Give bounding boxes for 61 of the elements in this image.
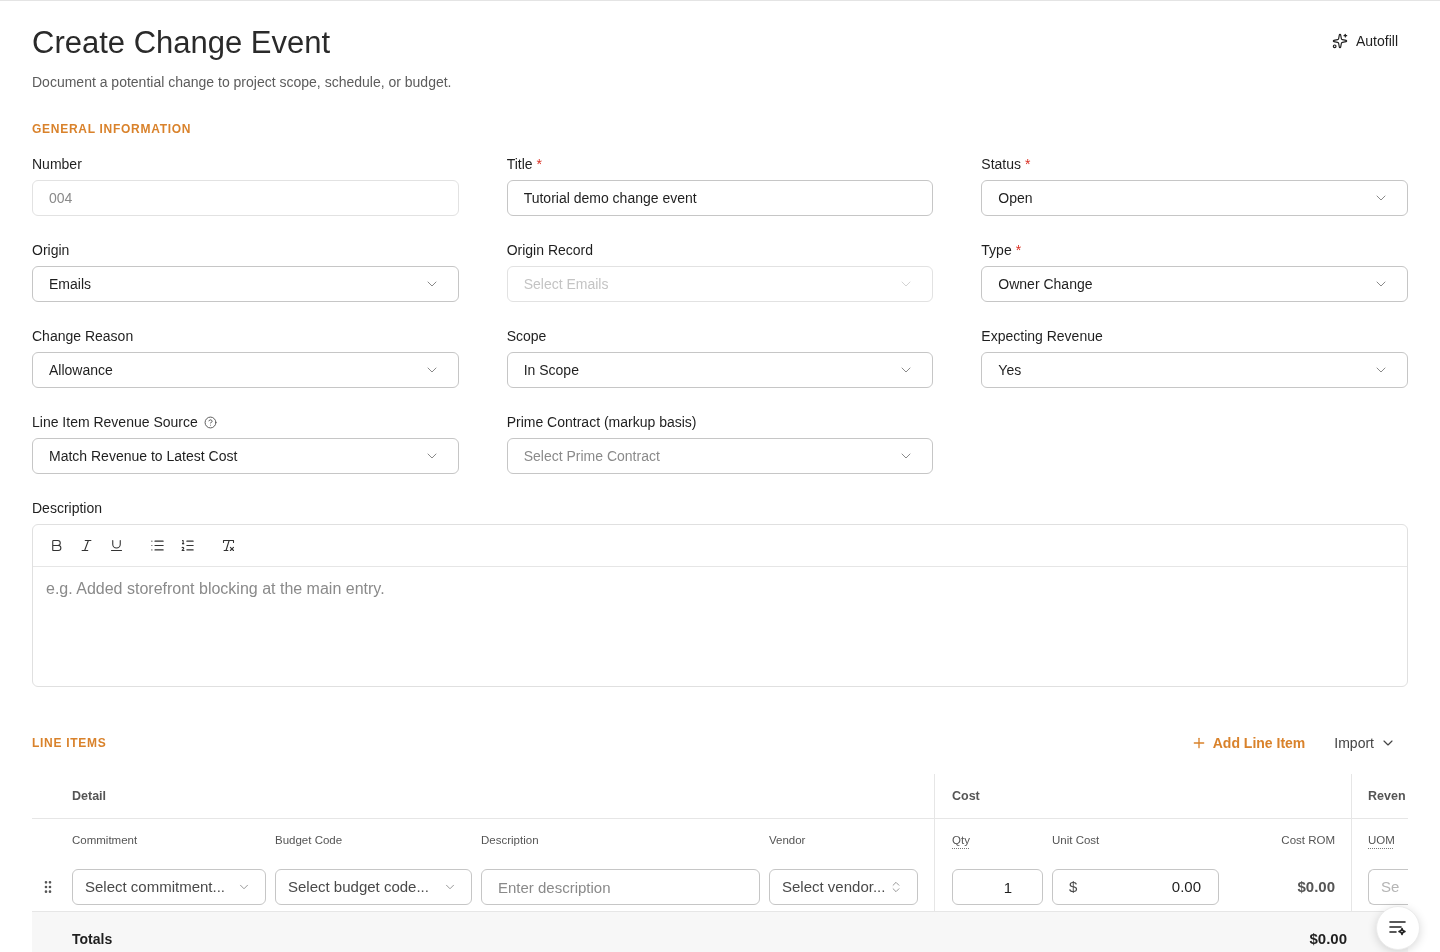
numbered-list-icon [179,538,195,553]
select-field[interactable]: Emails [32,266,459,302]
column-header: Qty [952,833,970,849]
select-field[interactable]: Match Revenue to Latest Cost [32,438,459,474]
totals-label: Totals [72,930,113,949]
select-field[interactable]: Allowance [32,352,459,388]
help-icon[interactable] [203,415,217,429]
field-label: Scope [506,327,547,346]
select-field[interactable]: Select budget code... [275,869,472,905]
field-label: Description [32,499,103,518]
column-header: Budget Code [275,833,343,849]
italic-icon [78,538,94,553]
field-label: Line Item Revenue Source [32,413,198,432]
select-field[interactable]: Select commitment... [72,869,266,905]
totals-amount: $0.00 [1309,929,1347,949]
sparkles-icon [1331,33,1348,49]
select-field[interactable]: Select Prime Contract [506,438,934,474]
column-group-header: Cost [952,787,980,805]
underline-icon [108,538,124,553]
section-heading: LINE ITEMS [32,735,107,751]
required-mark: * [536,155,543,174]
text-field[interactable]: Enter description [481,869,760,905]
column-header: Vendor [769,833,806,849]
select-field[interactable]: In Scope [506,352,934,388]
required-mark: * [1025,155,1031,174]
autofill-button[interactable]: Autofill [1321,23,1408,59]
field-label: Number [32,155,82,174]
text-field[interactable]: Tutorial demo change event [506,180,934,216]
import-button[interactable]: Import [1326,725,1404,761]
field-label: Change Reason [32,327,134,346]
select-field[interactable]: Open [981,180,1408,216]
page-title: Create Change Event [32,24,332,62]
select-field[interactable]: Owner Change [981,266,1408,302]
description-editor[interactable]: e.g. Added storefront blocking at the main entry. [32,524,1408,687]
description-input[interactable]: e.g. Added storefront blocking at the main entry. [33,567,1407,686]
field-label: Type [981,241,1012,260]
column-group-header: Reven [1368,787,1406,805]
column-header: Commitment [72,833,138,849]
field-label: Prime Contract (markup basis) [506,413,697,432]
select-field[interactable]: Yes [981,352,1408,388]
required-mark: * [1015,241,1022,260]
combobox-field[interactable]: Select vendor... [769,869,918,905]
column-header: UOM [1368,833,1395,849]
column-header: Cost ROM [1281,833,1335,849]
field-label: Origin [32,241,70,260]
page-subtitle: Document a potential change to project scope, schedule, or budget. [32,73,452,92]
bullet-list-icon [149,538,165,553]
currency-field[interactable]: $ 0.00 [1052,869,1219,905]
list-sparkle-icon [1389,920,1407,936]
floating-action-button[interactable] [1376,906,1420,950]
field-label: Origin Record [506,241,594,260]
field-label: Status [981,155,1022,174]
field-label: Expecting Revenue [981,327,1103,346]
column-header: Unit Cost [1052,833,1100,849]
column-group-header: Detail [72,787,107,805]
cost-rom-value: $0.00 [1297,876,1335,897]
number-field[interactable]: 1 [952,869,1043,905]
field-label: Title [506,155,533,174]
column-header: Description [481,833,539,849]
clear-formatting-icon [220,538,236,553]
section-heading: GENERAL INFORMATION [32,121,192,137]
